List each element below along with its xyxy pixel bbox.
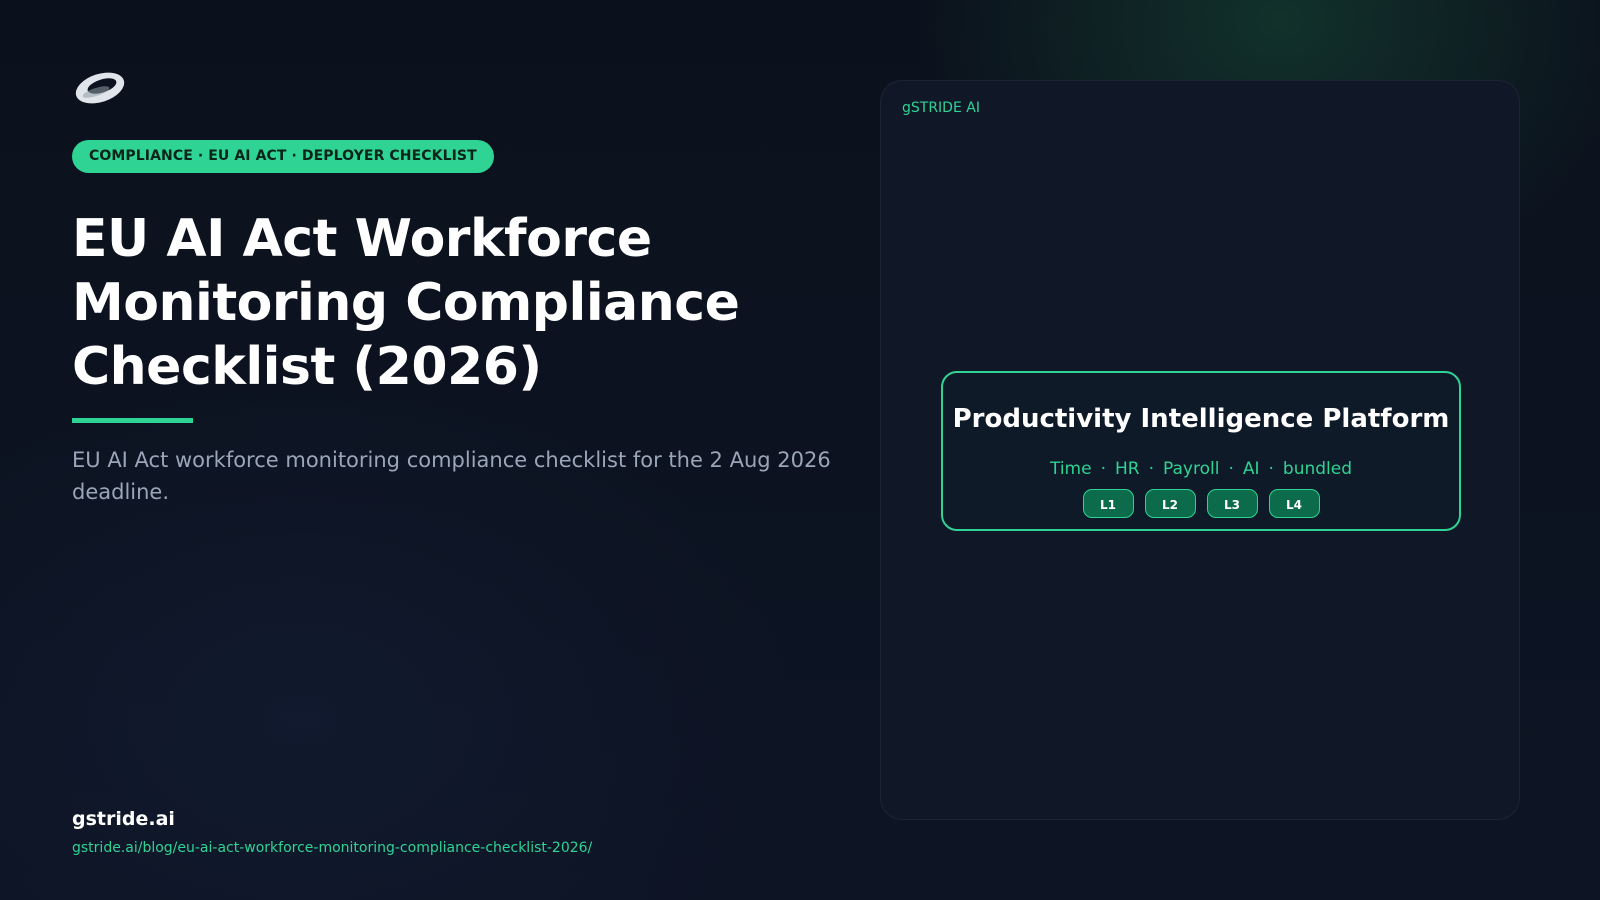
level-chip-l3: L3 — [1206, 489, 1258, 518]
panel-brand-label: gSTRIDE AI — [902, 100, 980, 116]
level-chip-l2: L2 — [1144, 489, 1196, 518]
platform-tag-list: Time · HR · Payroll · AI · bundled — [943, 457, 1459, 481]
footer-domain: gstride.ai — [72, 808, 175, 830]
tag-separator: · — [1268, 459, 1274, 479]
page-subtitle: EU AI Act workforce monitoring complianc… — [72, 448, 831, 504]
platform-tag: HR — [1114, 459, 1140, 479]
gstride-logo-icon — [72, 68, 128, 108]
level-chip-l1: L1 — [1082, 489, 1134, 518]
tag-separator: · — [1148, 459, 1154, 479]
page-title: EU AI Act Workforce Monitoring Complianc… — [72, 209, 740, 397]
footer-url: gstride.ai/blog/eu-ai-act-workforce-moni… — [72, 840, 593, 856]
platform-tag: bundled — [1282, 459, 1353, 479]
platform-card: Productivity Intelligence Platform Time … — [941, 371, 1461, 531]
tag-separator: · — [1100, 459, 1106, 479]
preview-panel: gSTRIDE AI Productivity Intelligence Pla… — [880, 80, 1520, 820]
platform-tag: Time — [1049, 459, 1092, 479]
level-chip-row: L1 L2 L3 L4 — [943, 489, 1459, 518]
title-accent-divider — [72, 418, 193, 423]
platform-tag: Payroll — [1163, 459, 1220, 479]
platform-card-title: Productivity Intelligence Platform — [952, 404, 1450, 434]
tag-separator: · — [1228, 459, 1234, 479]
platform-tag: AI — [1242, 459, 1260, 479]
level-chip-l4: L4 — [1268, 489, 1320, 518]
category-badge: COMPLIANCE · EU AI ACT · DEPLOYER CHECKL… — [72, 140, 494, 173]
